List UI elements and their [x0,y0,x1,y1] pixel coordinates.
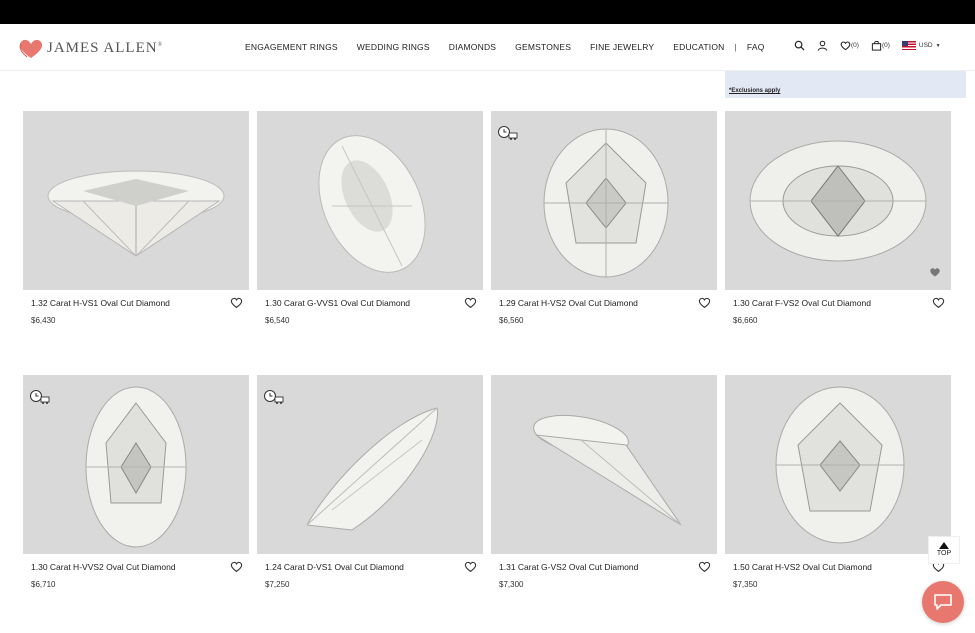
product-title[interactable]: 1.24 Carat D-VS1 Oval Cut Diamond [265,562,404,572]
product-price: $7,250 [265,580,290,589]
product-image[interactable] [725,111,951,290]
nav-wedding-rings[interactable]: WEDDING RINGS [357,42,430,52]
product-card[interactable]: 1.30 Carat F-VS2 Oval Cut Diamond $6,660 [725,111,951,325]
wishlist-heart-icon[interactable] [698,296,711,309]
diamond-image [47,170,225,257]
header-icons: (0) (0) USD ▼ [794,40,953,51]
shopping-bag-icon [871,40,882,51]
fast-shipping-icon [264,390,284,404]
cart-button[interactable]: (0) [871,40,890,51]
product-title[interactable]: 1.30 Carat G-VVS1 Oval Cut Diamond [265,298,410,308]
wishlist-heart-icon[interactable] [464,560,477,573]
product-image[interactable] [491,111,717,290]
product-price: $6,710 [31,580,56,589]
product-title[interactable]: 1.30 Carat H-VVS2 Oval Cut Diamond [31,562,176,572]
chat-bubble-icon [934,594,952,610]
diamond-image [306,407,439,531]
wishlist-heart-icon[interactable] [230,296,243,309]
exclusions-link[interactable]: *Exclusions apply [729,88,780,94]
product-title[interactable]: 1.31 Carat G-VS2 Oval Cut Diamond [499,562,638,572]
product-price: $7,350 [733,580,758,589]
currency-selector[interactable]: USD ▼ [901,41,941,50]
product-image[interactable] [257,111,483,290]
product-image[interactable] [491,375,717,554]
site-header: JAMES ALLEN® ENGAGEMENT RINGS WEDDING RI… [0,24,975,71]
cart-count: (0) [881,42,890,49]
chat-button[interactable] [922,581,964,623]
nav-gemstones[interactable]: GEMSTONES [515,42,571,52]
product-price: $6,560 [499,316,524,325]
nav-separator: | [734,42,737,52]
user-icon [817,40,828,51]
diamond-image [543,128,669,278]
product-card[interactable]: 1.30 Carat G-VVS1 Oval Cut Diamond $6,54… [257,111,483,325]
product-card[interactable]: 1.31 Carat G-VS2 Oval Cut Diamond $7,300 [491,375,717,589]
product-price: $7,300 [499,580,524,589]
top-label: TOP [936,550,952,557]
product-title[interactable]: 1.50 Carat H-VS2 Oval Cut Diamond [733,562,872,572]
chevron-down-icon: ▼ [935,42,941,49]
product-card[interactable]: 1.50 Carat H-VS2 Oval Cut Diamond $7,350 [725,375,951,589]
wishlist-heart-icon[interactable] [230,560,243,573]
nav-diamonds[interactable]: DIAMONDS [449,42,496,52]
promo-banner: *Exclusions apply [725,71,966,98]
product-card[interactable]: 1.32 Carat H-VS1 Oval Cut Diamond $6,430 [23,111,249,325]
product-image[interactable] [23,111,249,290]
brand-logo[interactable]: JAMES ALLEN® [18,37,163,59]
arrow-up-icon [939,542,949,549]
nav-education[interactable]: EDUCATION [673,42,724,52]
product-title[interactable]: 1.32 Carat H-VS1 Oval Cut Diamond [31,298,170,308]
product-image[interactable] [23,375,249,554]
product-title[interactable]: 1.30 Carat F-VS2 Oval Cut Diamond [733,298,871,308]
fast-shipping-icon [498,126,518,140]
wishlist-button[interactable]: (0) [840,40,859,51]
nav-faq[interactable]: FAQ [747,42,765,52]
diamond-image [85,386,187,548]
product-price: $6,430 [31,316,56,325]
fast-shipping-icon [30,390,50,404]
product-card[interactable]: 1.29 Carat H-VS2 Oval Cut Diamond $6,560 [491,111,717,325]
saved-heart-icon [930,268,940,277]
top-black-bar [0,0,975,24]
us-flag-icon [901,41,916,50]
product-image[interactable] [257,375,483,554]
product-price: $6,660 [733,316,758,325]
search-icon [794,40,805,51]
wishlist-heart-icon[interactable] [464,296,477,309]
wishlist-heart-icon[interactable] [932,296,945,309]
product-card[interactable]: 1.24 Carat D-VS1 Oval Cut Diamond $7,250 [257,375,483,589]
product-image[interactable] [725,375,951,554]
heart-logo-icon [19,39,43,58]
back-to-top-button[interactable]: TOP [928,536,960,564]
currency-label: USD [918,42,933,49]
diamond-image [318,135,426,273]
brand-name: JAMES ALLEN® [47,39,164,56]
wishlist-count: (0) [851,42,859,49]
nav-fine-jewelry[interactable]: FINE JEWELRY [590,42,654,52]
nav-engagement-rings[interactable]: ENGAGEMENT RINGS [245,42,338,52]
diamond-image [775,386,905,544]
diamond-image [749,140,927,262]
diamond-image [533,414,682,526]
product-price: $6,540 [265,316,290,325]
wishlist-heart-icon[interactable] [698,560,711,573]
product-title[interactable]: 1.29 Carat H-VS2 Oval Cut Diamond [499,298,638,308]
account-button[interactable] [817,40,828,51]
search-button[interactable] [794,40,805,51]
heart-icon [840,41,851,51]
main-nav: ENGAGEMENT RINGS WEDDING RINGS DIAMONDS … [245,42,784,52]
product-card[interactable]: 1.30 Carat H-VVS2 Oval Cut Diamond $6,71… [23,375,249,589]
